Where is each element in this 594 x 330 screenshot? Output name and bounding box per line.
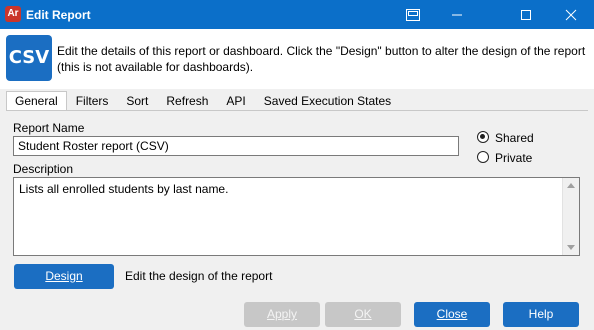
help-button-label: Help [528, 307, 554, 321]
description-text: Lists all enrolled students by last name… [19, 182, 229, 196]
window-title: Edit Report [26, 8, 91, 22]
restore-layout-icon[interactable] [390, 0, 436, 29]
tab-saved-execution-states[interactable]: Saved Execution States [255, 91, 400, 111]
apply-button[interactable]: Apply [244, 302, 320, 327]
close-button[interactable]: Close [414, 302, 490, 327]
shared-label: Shared [495, 131, 534, 145]
tab-refresh[interactable]: Refresh [157, 91, 217, 111]
csv-logo: CSV [6, 35, 52, 81]
header-description: Edit the details of this report or dashb… [57, 44, 586, 74]
dialog-header: CSV Edit the details of this report or d… [0, 29, 594, 89]
private-radio[interactable] [477, 151, 489, 163]
design-button-label: Design [45, 269, 83, 283]
close-window-button[interactable] [548, 0, 594, 29]
app-icon: Ar [5, 6, 21, 22]
report-name-label: Report Name [13, 121, 85, 135]
scroll-up-icon[interactable] [567, 183, 575, 188]
private-label: Private [495, 151, 533, 165]
ok-button[interactable]: OK [325, 302, 401, 327]
title-bar: Ar Edit Report [0, 0, 594, 29]
shared-radio[interactable] [477, 131, 489, 143]
tab-general[interactable]: General [6, 91, 67, 111]
minimize-button[interactable] [434, 0, 480, 29]
tab-strip: General Filters Sort Refresh API Saved E… [6, 91, 400, 111]
general-panel: Report Name Student Roster report (CSV) … [6, 111, 586, 291]
close-button-label: Close [436, 307, 468, 321]
tab-filters[interactable]: Filters [67, 91, 118, 111]
dialog-footer: Apply OK Close Help [0, 295, 594, 330]
design-hint: Edit the design of the report [125, 269, 273, 283]
apply-button-label: Apply [266, 307, 298, 321]
description-textarea[interactable]: Lists all enrolled students by last name… [13, 177, 580, 256]
description-scrollbar[interactable] [562, 178, 579, 255]
report-name-input[interactable]: Student Roster report (CSV) [13, 136, 459, 156]
scroll-down-icon[interactable] [567, 245, 575, 250]
tab-sort[interactable]: Sort [117, 91, 157, 111]
ok-button-label: OK [354, 307, 372, 321]
description-label: Description [13, 162, 74, 176]
maximize-button[interactable] [503, 0, 549, 29]
tab-api[interactable]: API [217, 91, 254, 111]
help-button[interactable]: Help [503, 302, 579, 327]
design-button[interactable]: Design [14, 264, 114, 289]
